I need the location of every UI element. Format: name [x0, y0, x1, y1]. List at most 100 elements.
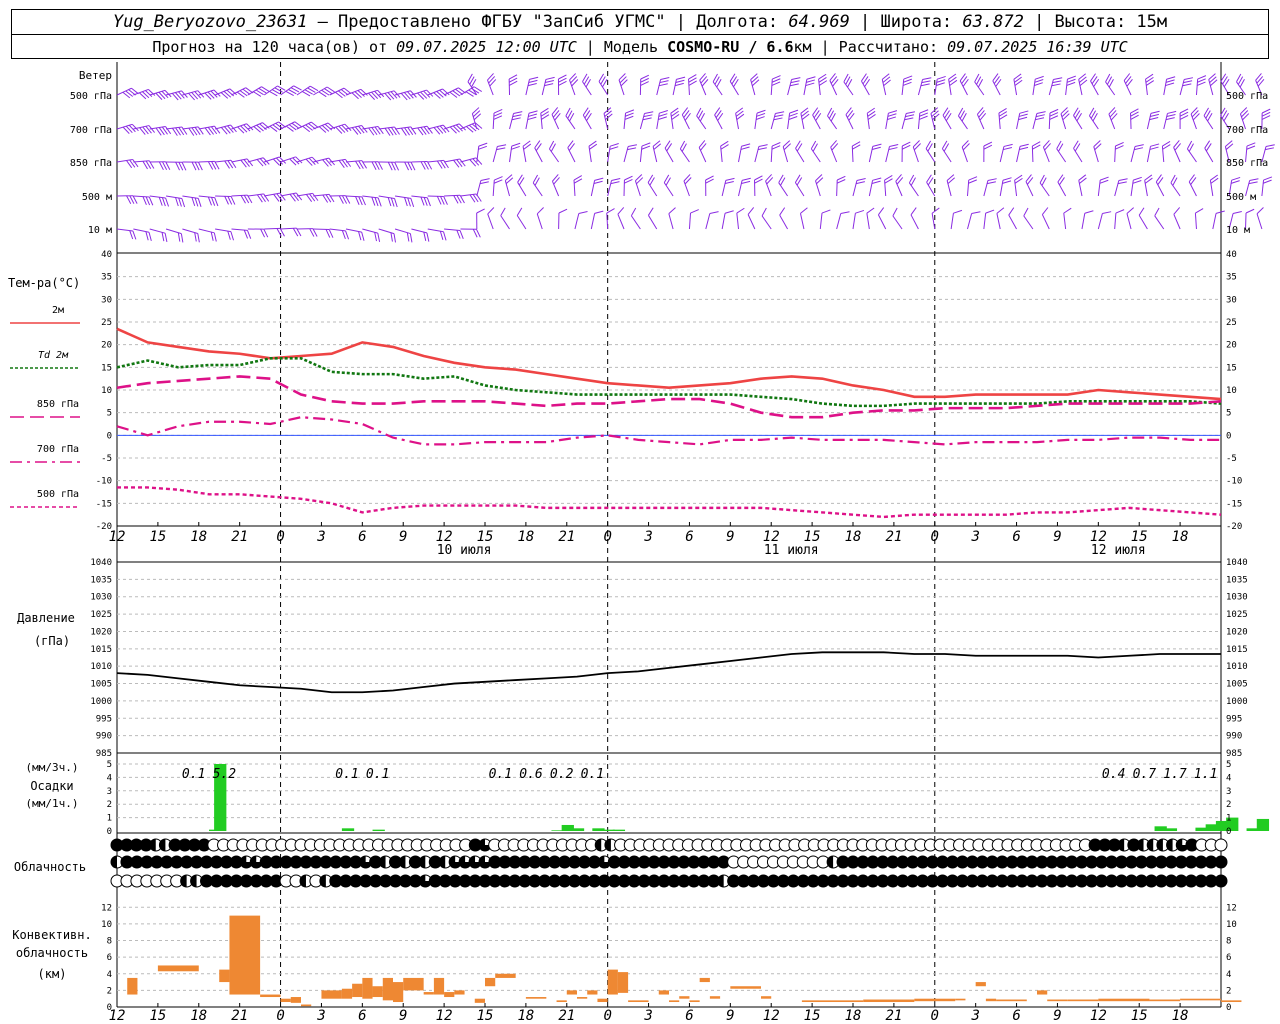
wind-barb-staff: [917, 79, 924, 96]
time-tick-label: 18: [517, 1008, 534, 1024]
wind-barb: [588, 140, 598, 163]
wind-barb: [1008, 207, 1017, 230]
wind-barb-flag: [910, 207, 917, 216]
wind-barb-flag: [709, 211, 719, 215]
wind-barb: [264, 192, 286, 202]
convective-cloud-bar: [321, 990, 342, 999]
wind-barb-staff: [1170, 182, 1181, 197]
pressure-unit: (гПа): [34, 634, 70, 648]
wind-barb-staff: [411, 195, 428, 199]
wind-barb: [926, 174, 936, 197]
wind-barb-flag: [736, 207, 745, 214]
convective-cloud-bar: [556, 1000, 567, 1003]
wind-barb-flag: [747, 207, 755, 215]
wind-barb: [999, 143, 1013, 163]
wind-barb-staff: [1048, 79, 1054, 96]
precip-tick-label-right: 3: [1226, 787, 1231, 797]
wind-barb: [516, 207, 527, 230]
wind-level-label: 850 гПа: [70, 158, 112, 169]
time-tick-label: 0: [603, 1008, 611, 1024]
wind-barb: [634, 174, 644, 197]
pressure-tick-label: 1010: [90, 662, 112, 672]
wind-barb: [198, 195, 219, 207]
wind-barb: [983, 178, 997, 197]
conv-tick-label: 2: [107, 986, 112, 996]
wind-barb-staff: [999, 146, 1005, 163]
wind-barb: [925, 140, 936, 163]
wind-barb: [500, 207, 510, 230]
pressure-tick-label-right: 985: [1226, 749, 1242, 759]
wind-barb-staff: [476, 180, 482, 197]
wind-barb: [679, 140, 690, 163]
wind-barb-staff: [639, 146, 643, 163]
time-tick-label: 6: [685, 1008, 693, 1024]
wind-level-label-right: 500 м: [1226, 192, 1256, 203]
wind-barb: [810, 140, 821, 163]
wind-barb: [885, 110, 898, 130]
wind-barb-staff: [765, 180, 772, 197]
wind-barb-flag: [171, 93, 179, 101]
wind-barb-flag: [815, 174, 823, 182]
conv-title-2: облачность: [16, 946, 88, 960]
wind-barb: [149, 195, 170, 207]
wind-barb: [779, 207, 789, 230]
wind-barb-staff: [787, 79, 793, 96]
wind-barb: [992, 73, 1002, 96]
wind-level-label-right: 850 гПа: [1226, 158, 1268, 169]
wind-barb: [532, 174, 543, 197]
convective-cloud-bar: [393, 982, 404, 1003]
temp-tick-label-right: -5: [1226, 454, 1237, 464]
wind-barb: [1063, 207, 1072, 230]
wind-barb: [795, 140, 805, 163]
wind-barb-flag: [882, 76, 891, 83]
wind-barb-staff: [617, 214, 625, 230]
convective-cloud-bar: [280, 998, 291, 1003]
wind-barb-staff: [1126, 213, 1132, 230]
wind-barb-staff: [569, 79, 576, 96]
wind-barb: [851, 141, 861, 163]
convective-cloud-bar: [689, 1000, 700, 1003]
convective-cloud-bar: [495, 973, 516, 978]
wind-barb: [1032, 75, 1044, 96]
wind-barb-staff: [1204, 147, 1214, 163]
conv-tick-label: 0: [107, 1003, 112, 1013]
wind-barb: [712, 73, 723, 96]
time-tick-label: 9: [1053, 1008, 1061, 1024]
wind-barb-staff: [664, 147, 674, 163]
wind-barb: [1025, 174, 1034, 197]
wind-barb-staff: [444, 228, 461, 231]
wind-barb-staff: [1097, 213, 1103, 230]
wind-barb: [1130, 176, 1142, 197]
wind-barb-staff: [827, 115, 838, 130]
convective-cloud-bar: [863, 999, 915, 1003]
conv-tick-label: 4: [107, 970, 112, 980]
temp-legend-label: Td 2м: [38, 350, 69, 361]
wind-barb-staff: [467, 81, 478, 96]
wind-barb: [754, 144, 768, 163]
precip-bar: [571, 828, 585, 831]
temp-tick-label-right: 10: [1226, 386, 1237, 396]
wind-barb: [215, 124, 237, 135]
wind-barb-staff: [1016, 113, 1021, 130]
conv-tick-label: 10: [101, 920, 112, 930]
wind-barb-staff: [819, 213, 823, 230]
conv-tick-label: 6: [107, 953, 112, 963]
wind-barb-staff: [1041, 214, 1050, 230]
convective-cloud-bar: [423, 992, 434, 995]
wind-barb: [812, 107, 822, 130]
wind-barb-staff: [1195, 79, 1199, 96]
convective-cloud-bar: [433, 977, 445, 995]
wind-barb-staff: [329, 228, 346, 232]
wind-barb-flag: [433, 127, 441, 135]
conv-tick-label: 8: [107, 937, 112, 947]
time-tick-label: 3: [643, 1008, 652, 1024]
wind-barb-staff: [683, 180, 690, 197]
wind-barb-staff: [133, 195, 150, 198]
wind-barb-staff: [721, 180, 727, 197]
wind-barb-staff: [567, 147, 576, 163]
temp-title: Тем-ра(°C): [8, 276, 80, 290]
time-tick-label: 9: [726, 1008, 734, 1024]
precip-3h-label: 0.6: [519, 767, 543, 782]
wind-barb-staff: [1186, 148, 1197, 163]
wind-barb: [1186, 140, 1197, 163]
